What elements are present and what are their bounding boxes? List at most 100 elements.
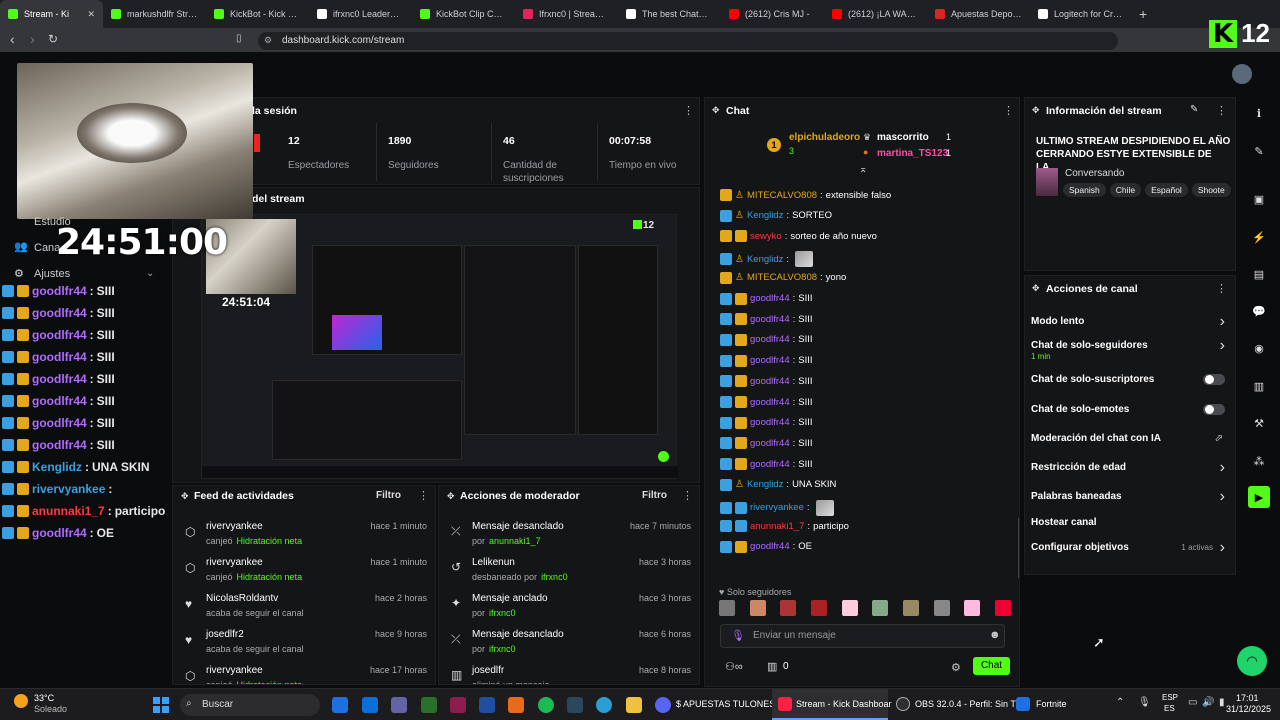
url-input[interactable]: dashboard.kick.com/stream: [258, 32, 1118, 50]
activity-item[interactable]: ♥ NicolasRoldantv hace 2 horas acaba de seg…: [173, 591, 435, 625]
channel-action-item[interactable]: Moderación del chat con IA ⬀: [1031, 433, 1229, 455]
activity-item[interactable]: ⬡ rivervyankee hace 17 horas canjeó Hidratac…: [173, 663, 435, 684]
mod-action-item[interactable]: ↺ Lelikenun hace 3 horas desbaneado por ifrx…: [439, 555, 699, 589]
mod-drag-icon[interactable]: ✥: [447, 491, 455, 502]
channel-action-item[interactable]: Chat de solo-seguidores 1 min ›: [1031, 337, 1229, 362]
stream-tag[interactable]: Spanish: [1063, 183, 1106, 197]
tab-10[interactable]: Logitech for Creato: [1030, 0, 1133, 28]
feed-icon[interactable]: ▥: [1248, 375, 1270, 397]
chat-username[interactable]: goodlfr44: [750, 438, 790, 449]
chat-message[interactable]: ♙ MITECALVO808: yono: [720, 271, 846, 284]
tools-icon[interactable]: ⚒: [1248, 412, 1270, 434]
toggle-switch[interactable]: [1203, 404, 1225, 415]
forward-icon[interactable]: ›: [30, 31, 35, 47]
taskbar-search[interactable]: ⌕ Buscar: [180, 694, 320, 716]
chat-username[interactable]: goodlfr44: [750, 541, 790, 552]
chat-username[interactable]: goodlfr44: [750, 376, 790, 387]
app2-icon[interactable]: [479, 697, 495, 713]
mod-action-who[interactable]: anunnaki1_7: [489, 536, 541, 546]
lang-primary[interactable]: ESP: [1162, 693, 1178, 702]
chat-input[interactable]: 🎙 Enviar un mensaje ☻: [720, 624, 1005, 648]
app-icon[interactable]: [450, 697, 466, 713]
chat-username[interactable]: MITECALVO808: [747, 190, 817, 201]
kick-app-icon[interactable]: ▶: [1248, 486, 1270, 508]
mod-action-who[interactable]: ifrxnc0: [489, 644, 516, 654]
chat-message[interactable]: ♙ Kenglidz: SORTEO: [720, 209, 832, 222]
stream-preview-video[interactable]: 24:51:04 12: [201, 214, 678, 479]
emote-icon[interactable]: [810, 600, 827, 616]
stream-info-menu-icon[interactable]: ⋮: [1216, 104, 1227, 117]
support-fab[interactable]: ◠: [1237, 646, 1267, 676]
chat-username[interactable]: rivervyankee: [750, 502, 804, 513]
tab-8[interactable]: (2612) ¡LA WANTED: [824, 0, 927, 28]
chat-username[interactable]: goodlfr44: [750, 314, 790, 325]
mod-menu-icon[interactable]: ⋮: [682, 489, 693, 502]
steam-icon[interactable]: [567, 697, 583, 713]
chat-settings-icon[interactable]: ⚙: [951, 661, 961, 674]
mic-icon[interactable]: 🎙: [731, 629, 745, 642]
chat-drag-icon[interactable]: ✥: [712, 105, 720, 116]
users-icon[interactable]: ⚇∞: [725, 660, 743, 673]
chat-username[interactable]: Kenglidz: [747, 210, 783, 221]
leaderboard-name-2[interactable]: mascorrito: [877, 132, 929, 143]
mod-action-item[interactable]: ✦ Mensaje anclado hace 3 horas por ifrxnc0: [439, 591, 699, 625]
avatar[interactable]: [1232, 64, 1252, 84]
chat-username[interactable]: goodlfr44: [750, 417, 790, 428]
chat-message[interactable]: goodlfr44: SIII: [720, 437, 813, 450]
points-icon[interactable]: ▥: [767, 660, 777, 673]
chat-menu-icon[interactable]: ⋮: [1003, 104, 1014, 117]
site-info-icon[interactable]: ⚙: [264, 35, 272, 46]
channel-action-item[interactable]: Hostear canal: [1031, 517, 1229, 539]
chat-username[interactable]: anunnaki1_7: [750, 521, 804, 532]
taskbar-app-kick-active[interactable]: Stream - Kick Dashboar: [772, 689, 892, 720]
tab-6[interactable]: The best ChatBot ai: [618, 0, 721, 28]
chat-username[interactable]: goodlfr44: [750, 397, 790, 408]
app3-icon[interactable]: [508, 697, 524, 713]
channel-action-item[interactable]: Restricción de edad ›: [1031, 459, 1229, 484]
document-icon[interactable]: ▤: [1248, 263, 1270, 285]
tray-chevron-icon[interactable]: ⌃: [1116, 697, 1124, 708]
mod-action-item[interactable]: ⤫ Mensaje desanclado hace 7 minutos por anun…: [439, 519, 699, 553]
tab-9[interactable]: Apuestas Deportiv: [927, 0, 1030, 28]
session-menu-icon[interactable]: ⋮: [683, 104, 694, 117]
chat-message[interactable]: goodlfr44: SIII: [720, 333, 813, 346]
edge-icon[interactable]: [596, 697, 612, 713]
chat-message[interactable]: ♙ MITECALVO808: extensible falso: [720, 189, 891, 201]
leaderboard-name-3[interactable]: martina_TS123: [877, 148, 948, 159]
tab-3[interactable]: ifrxnc0 LeaderBoar: [309, 0, 412, 28]
chat-username[interactable]: Kenglidz: [747, 254, 783, 265]
mod-action-item[interactable]: ⤫ Mensaje desanclado hace 6 horas por ifrxnc…: [439, 627, 699, 661]
new-tab-icon[interactable]: +: [1139, 6, 1147, 22]
emoji-icon[interactable]: ☻: [989, 629, 1001, 641]
channel-actions-menu-icon[interactable]: ⋮: [1216, 282, 1227, 295]
emote-icon[interactable]: [933, 600, 950, 616]
stream-info-drag-icon[interactable]: ✥: [1032, 105, 1040, 116]
activity-item[interactable]: ♥ josedlfr2 hace 9 horas acaba de seguir el…: [173, 627, 435, 661]
taskbar-app-apuestas[interactable]: $ APUESTAS TULONES $: [676, 699, 783, 709]
toggle-switch[interactable]: [1203, 374, 1225, 385]
chat-message[interactable]: goodlfr44: SIII: [720, 375, 813, 388]
tab-7[interactable]: (2612) Cris MJ -: [721, 0, 824, 28]
activity-menu-icon[interactable]: ⋮: [418, 489, 429, 502]
emote-icon[interactable]: [780, 600, 797, 616]
chat-message[interactable]: rivervyankee:: [720, 499, 834, 516]
clock-time[interactable]: 17:01: [1236, 693, 1259, 703]
chat-username[interactable]: sewyko: [750, 231, 782, 242]
chat-username[interactable]: MITECALVO808: [747, 272, 817, 283]
tab-close-icon[interactable]: ✕: [87, 9, 95, 20]
group-icon[interactable]: ⁂: [1248, 450, 1270, 472]
chat-username[interactable]: goodlfr44: [750, 334, 790, 345]
mod-filter-button[interactable]: Filtro: [642, 490, 667, 501]
network-icon[interactable]: ▭: [1188, 697, 1197, 708]
mod-action-item[interactable]: ▥ josedlfr hace 8 horas eliminó un mensaje: [439, 663, 699, 684]
copilot-icon[interactable]: [332, 697, 348, 713]
channel-actions-drag-icon[interactable]: ✥: [1032, 283, 1040, 294]
leaderboard-name-1[interactable]: elpichuladeoro: [789, 132, 860, 143]
chat-message[interactable]: goodlfr44: SIII: [720, 313, 813, 326]
chat-message[interactable]: goodlfr44: SIII: [720, 292, 813, 305]
tab-2[interactable]: KickBot - Kick Chat: [206, 0, 309, 28]
emote-icon[interactable]: [749, 600, 766, 616]
broadcast-icon[interactable]: ◉: [1248, 337, 1270, 359]
teams-icon[interactable]: [391, 697, 407, 713]
battery-icon[interactable]: ▮: [1219, 697, 1225, 708]
